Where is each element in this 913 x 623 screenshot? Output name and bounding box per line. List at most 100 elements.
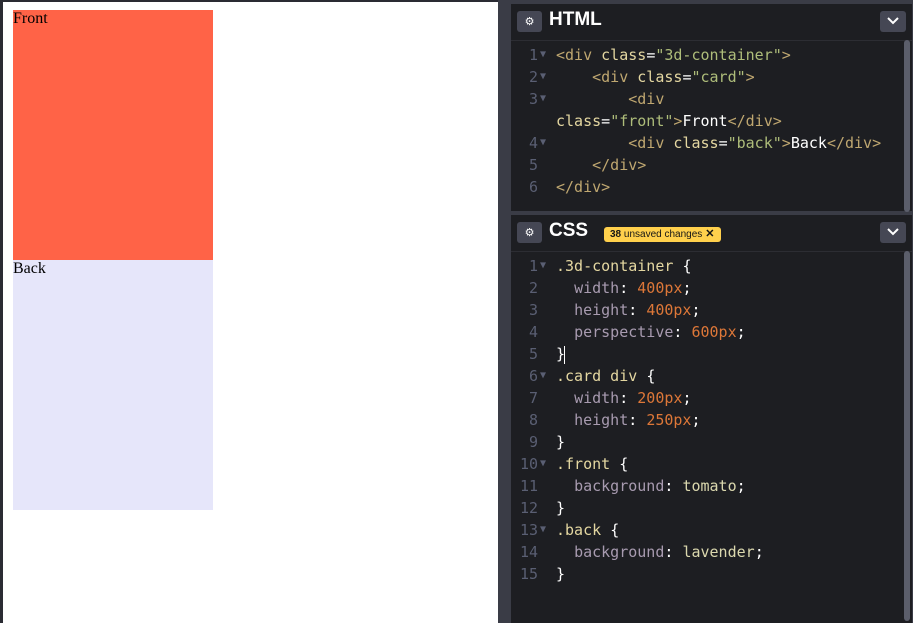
code-token: <div [556,46,602,64]
code-line[interactable]: 12} [511,497,900,519]
code-text: <div class="card"> [556,66,755,88]
fold-arrow-icon[interactable]: ▼ [540,132,546,154]
fold-arrow-icon[interactable]: ▼ [540,255,546,277]
line-number: 2 [528,68,538,86]
code-text: .card div { [556,365,655,387]
fold-arrow-icon[interactable]: ▼ [540,88,546,110]
code-token: : [628,411,647,429]
code-line[interactable]: 6 ▼ .card div { [511,365,900,387]
code-token: ; [691,411,701,429]
code-line[interactable]: 3 height: 400px; [511,299,900,321]
code-line[interactable]: 2 width: 400px; [511,277,900,299]
code-text: .front { [556,453,628,475]
code-token: ; [691,301,701,319]
close-icon[interactable]: ✕ [705,228,714,240]
code-line[interactable]: 10 ▼ .front { [511,453,900,475]
code-line[interactable]: 14 background: lavender; [511,541,900,563]
fold-arrow-icon[interactable]: ▼ [540,66,546,88]
code-line[interactable]: 5} [511,343,900,365]
chevron-down-icon[interactable] [880,222,906,243]
code-token: = [718,134,728,152]
line-number: 13 [519,521,538,539]
code-line[interactable]: 9} [511,431,900,453]
code-text: } [556,343,566,365]
code-line[interactable]: 7 width: 200px; [511,387,900,409]
code-line[interactable]: 8 height: 250px; [511,409,900,431]
html-panel-title: HTML [549,9,602,30]
code-token: perspective [574,323,674,341]
css-panel-header: ⚙ CSS 38 unsaved changes ✕ [511,215,912,252]
back-card: Back [13,260,213,510]
code-line[interactable]: 1 ▼ .3d-container { [511,255,900,277]
code-token: height [574,301,629,319]
code-token: width [574,389,620,407]
code-token: : [619,389,638,407]
code-line[interactable]: 11 background: tomato; [511,475,900,497]
code-token: <div [628,90,665,108]
html-editor-panel: ⚙ HTML 1 ▼ <div class="3d-container"> 2 ▼ <d… [511,4,912,212]
gear-icon[interactable]: ⚙ [517,11,542,32]
code-line[interactable]: 1 ▼ <div class="3d-container"> [511,44,900,66]
code-text: height: 400px; [556,299,701,321]
code-token: : [628,301,647,319]
line-number: 2 [528,279,538,297]
code-token: = [601,112,611,130]
code-text: background: tomato; [556,475,746,497]
fold-arrow-icon[interactable]: ▼ [540,453,546,475]
code-text: background: lavender; [556,541,764,563]
css-code-area[interactable]: 1 ▼ .3d-container {2 width: 400px; 3 height… [511,255,900,585]
code-token: 200px [637,389,683,407]
gear-icon[interactable]: ⚙ [517,222,542,243]
html-scrollbar[interactable] [904,40,910,212]
code-text: width: 200px; [556,387,691,409]
html-code-area[interactable]: 1 ▼ <div class="3d-container"> 2 ▼ <div clas… [511,44,900,198]
line-number: 1 [528,257,538,275]
code-line[interactable]: 2 ▼ <div class="card"> [511,66,900,88]
code-token: Back [790,134,827,152]
unsaved-label: unsaved changes [621,229,703,240]
code-token: class [601,46,647,64]
line-number: 14 [519,543,538,561]
chevron-down-icon[interactable] [880,11,906,32]
code-text: height: 250px; [556,409,701,431]
code-token: : [673,323,692,341]
code-line[interactable]: 4 perspective: 600px; [511,321,900,343]
code-line[interactable]: 5 </div> [511,154,900,176]
code-line[interactable]: 4 ▼ <div class="back">Back</div> [511,132,900,154]
fold-arrow-icon[interactable]: ▼ [540,44,546,66]
line-number: 3 [528,301,538,319]
code-token: </div> [556,178,611,196]
code-token: ; [682,279,692,297]
code-text: </div> [556,154,646,176]
code-line[interactable]: 6 </div> [511,176,900,198]
code-line[interactable]: 3 ▼ <div [511,88,900,110]
code-token: : [664,477,683,495]
code-line[interactable]: 15} [511,563,900,585]
css-panel-title: CSS [549,220,589,241]
code-text: </div> [556,176,610,198]
code-line[interactable]: 13 ▼ .back { [511,519,900,541]
code-token: lavender [682,543,755,561]
text-cursor [564,345,566,364]
code-token: .front [556,455,620,473]
line-number: 6 [528,178,538,196]
panel-resizer[interactable] [498,0,511,623]
unsaved-changes-badge[interactable]: 38 unsaved changes ✕ [604,227,721,242]
front-card: Front [13,10,213,260]
fold-arrow-icon[interactable]: ▼ [540,519,546,541]
unsaved-count: 38 [610,229,622,240]
code-token: : [619,279,638,297]
code-token: class [637,68,683,86]
code-text: } [556,563,565,585]
code-text: } [556,497,565,519]
fold-arrow-icon[interactable]: ▼ [540,365,546,387]
line-number: 4 [528,323,538,341]
code-line[interactable]: class="front">Front</div> [511,110,900,132]
code-token: ; [736,323,746,341]
css-scrollbar[interactable] [904,251,910,621]
code-token: </div> [826,134,882,152]
